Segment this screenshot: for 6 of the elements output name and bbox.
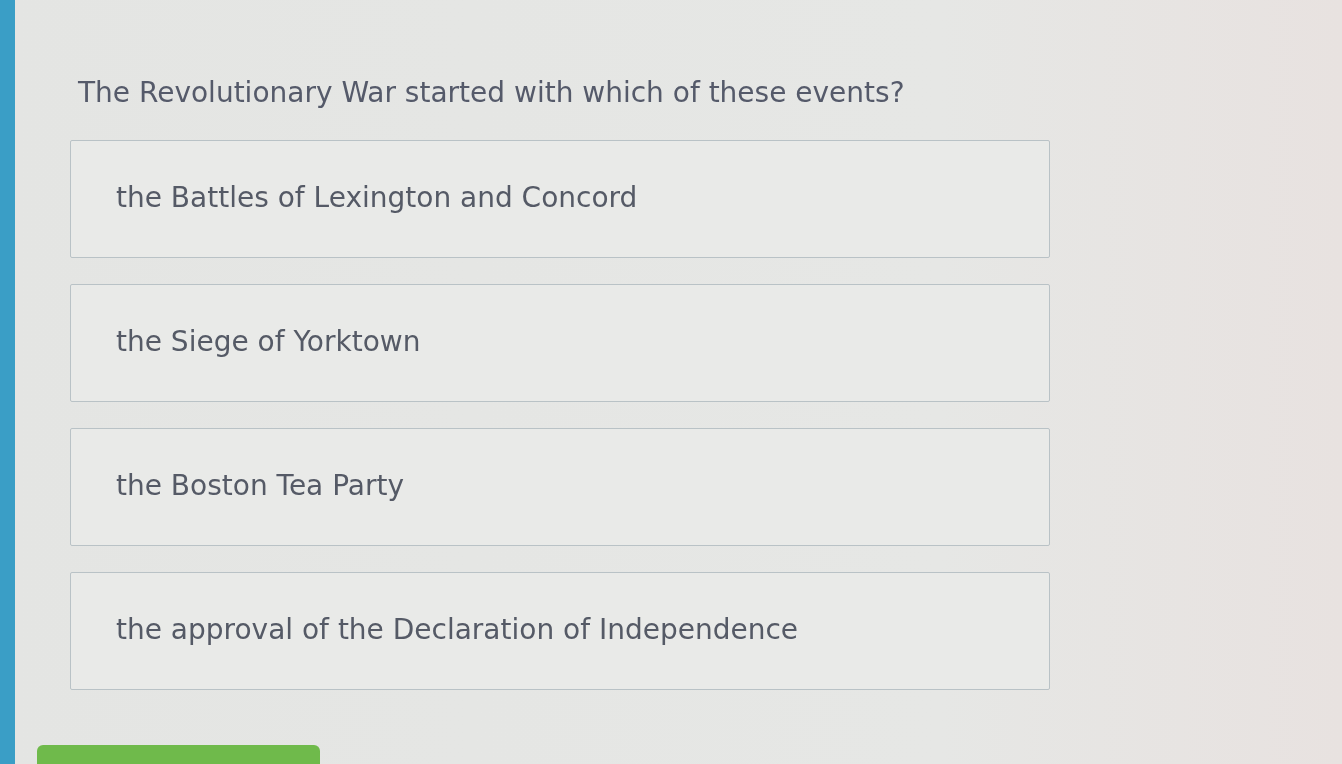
submit-button[interactable] [37, 745, 320, 764]
answer-option[interactable]: the approval of the Declaration of Independence [70, 572, 1050, 690]
answer-option[interactable]: the Boston Tea Party [70, 428, 1050, 546]
answer-option[interactable]: the Battles of Lexington and Concord [70, 140, 1050, 258]
question-text: The Revolutionary War started with which of these events? [78, 76, 906, 110]
answer-option[interactable]: the Siege of Yorktown [70, 284, 1050, 402]
